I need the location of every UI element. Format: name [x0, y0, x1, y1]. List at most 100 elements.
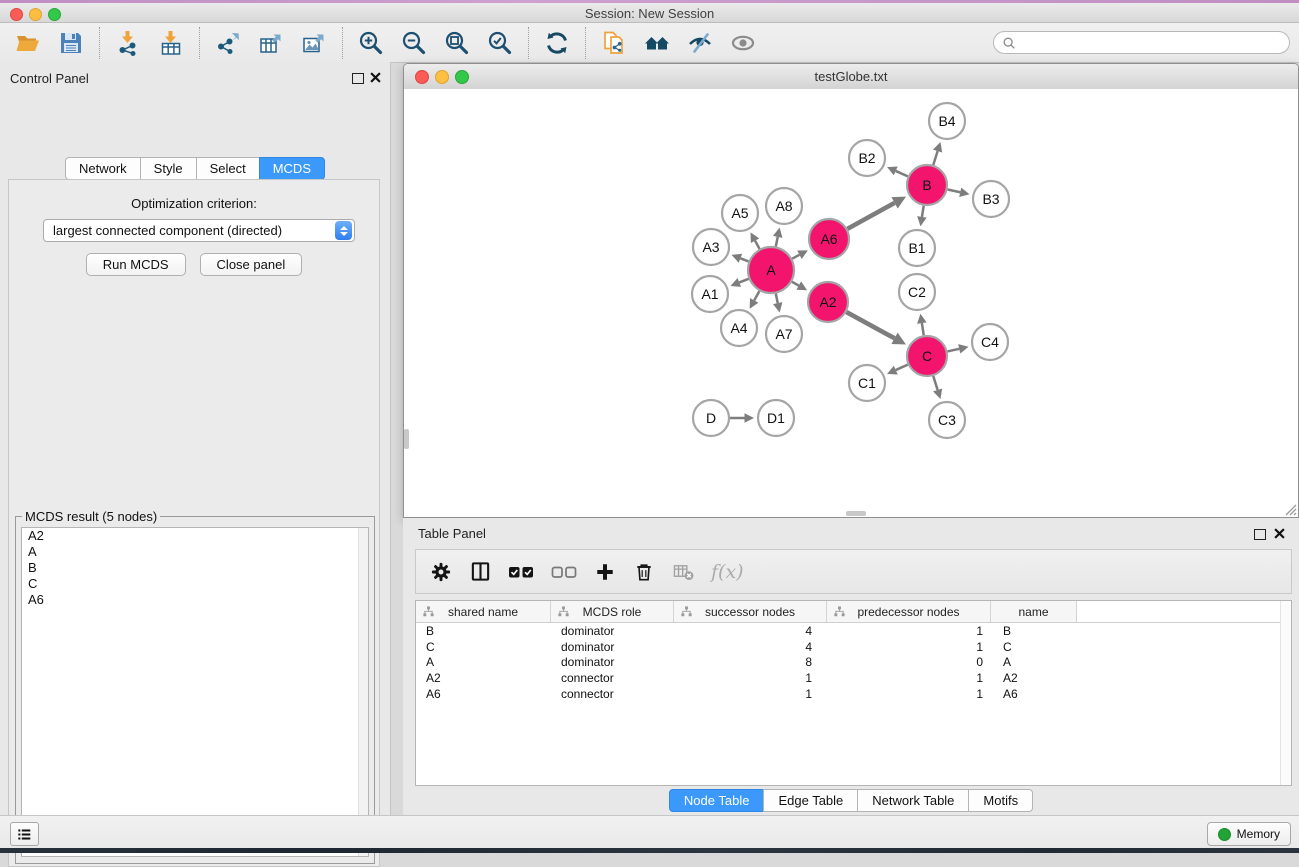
graph-node-C1[interactable]: C1 — [849, 365, 885, 401]
result-list-item[interactable]: A — [22, 544, 368, 560]
result-list-item[interactable]: B — [22, 560, 368, 576]
cell-successor-nodes[interactable]: 4 — [674, 640, 827, 654]
network-graph[interactable]: B4B2BB3A8A5A6A3B1AC2A1A2A4A7C4CC1DD1C3 — [404, 89, 1298, 517]
table-close-panel-icon[interactable] — [1274, 528, 1285, 539]
graph-node-B3[interactable]: B3 — [973, 181, 1009, 217]
cell-predecessor-nodes[interactable]: 1 — [827, 640, 991, 654]
cell-name[interactable]: B — [991, 624, 1077, 638]
graph-node-C2[interactable]: C2 — [899, 274, 935, 310]
save-button[interactable] — [57, 29, 85, 57]
graph-node-D[interactable]: D — [693, 400, 729, 436]
graph-edge-A6-B[interactable] — [847, 203, 894, 229]
cell-name[interactable]: C — [991, 640, 1077, 654]
tab-node-table[interactable]: Node Table — [669, 789, 765, 812]
zoom-fit-button[interactable] — [443, 29, 471, 57]
cell-shared-name[interactable]: B — [416, 624, 551, 638]
graph-node-B4[interactable]: B4 — [929, 103, 965, 139]
graph-node-B1[interactable]: B1 — [899, 230, 935, 266]
cell-successor-nodes[interactable]: 1 — [674, 687, 827, 701]
column-header-shared-name[interactable]: shared name — [416, 601, 551, 622]
graph-edge-C-C2[interactable] — [922, 323, 924, 335]
column-header-name[interactable]: name — [991, 601, 1077, 622]
import-network-button[interactable] — [114, 29, 142, 57]
network-canvas[interactable]: B4B2BB3A8A5A6A3B1AC2A1A2A4A7C4CC1DD1C3 — [404, 89, 1298, 517]
graph-node-A1[interactable]: A1 — [692, 276, 728, 312]
graph-node-A5[interactable]: A5 — [722, 195, 758, 231]
graph-node-B[interactable]: B — [907, 165, 947, 205]
tab-mcds[interactable]: MCDS — [259, 157, 325, 180]
graph-edge-C-C3[interactable] — [933, 376, 937, 390]
zoom-out-button[interactable] — [400, 29, 428, 57]
tab-select[interactable]: Select — [196, 157, 260, 180]
cell-predecessor-nodes[interactable]: 0 — [827, 655, 991, 669]
cell-shared-name[interactable]: A2 — [416, 671, 551, 685]
table-row[interactable]: Adominator80A — [416, 655, 1291, 671]
result-list-item[interactable]: A2 — [22, 528, 368, 544]
deselect-all-button[interactable] — [551, 560, 577, 584]
float-panel-icon[interactable] — [352, 73, 364, 84]
cell-name[interactable]: A2 — [991, 671, 1077, 685]
cell-name[interactable]: A6 — [991, 687, 1077, 701]
network-window-titlebar[interactable]: testGlobe.txt — [404, 64, 1298, 90]
hide-details-button[interactable] — [686, 29, 714, 57]
graph-edge-A-A6[interactable] — [792, 255, 799, 259]
graph-edge-C-C4[interactable] — [947, 349, 959, 352]
criterion-dropdown[interactable]: largest connected component (directed) — [43, 219, 355, 242]
graph-node-A6[interactable]: A6 — [809, 219, 849, 259]
cell-name[interactable]: A — [991, 655, 1077, 669]
cell-mcds-role[interactable]: connector — [551, 687, 674, 701]
run-mcds-button[interactable]: Run MCDS — [86, 253, 186, 276]
show-details-button[interactable] — [729, 29, 757, 57]
graph-edge-A-A2[interactable] — [792, 282, 799, 286]
column-header-predecessor-nodes[interactable]: predecessor nodes — [827, 601, 991, 622]
graph-edge-A-A5[interactable] — [755, 241, 759, 249]
close-panel-button[interactable]: Close panel — [200, 253, 303, 276]
cell-mcds-role[interactable]: connector — [551, 671, 674, 685]
gear-button[interactable] — [430, 560, 452, 584]
graph-node-A3[interactable]: A3 — [693, 229, 729, 265]
add-button[interactable] — [594, 560, 616, 584]
columns-button[interactable] — [469, 560, 491, 584]
graph-node-C3[interactable]: C3 — [929, 402, 965, 438]
graph-edge-B-B1[interactable] — [922, 206, 924, 217]
graph-node-C[interactable]: C — [907, 336, 947, 376]
select-all-button[interactable] — [508, 560, 534, 584]
zoom-in-button[interactable] — [357, 29, 385, 57]
cell-shared-name[interactable]: C — [416, 640, 551, 654]
result-list-item[interactable]: C — [22, 576, 368, 592]
export-table-button[interactable] — [257, 29, 285, 57]
graph-edge-A-A1[interactable] — [739, 279, 748, 283]
graph-node-A4[interactable]: A4 — [721, 310, 757, 346]
cell-shared-name[interactable]: A6 — [416, 687, 551, 701]
export-image-button[interactable] — [300, 29, 328, 57]
graph-node-C4[interactable]: C4 — [972, 324, 1008, 360]
graph-edge-A-A7[interactable] — [776, 294, 778, 304]
import-table-button[interactable] — [157, 29, 185, 57]
table-row[interactable]: A2connector11A2 — [416, 670, 1291, 686]
table-float-panel-icon[interactable] — [1254, 529, 1266, 540]
cell-shared-name[interactable]: A — [416, 655, 551, 669]
table-row[interactable]: Bdominator41B — [416, 623, 1291, 639]
graph-edge-B-B4[interactable] — [933, 151, 937, 165]
close-panel-icon[interactable] — [370, 72, 381, 83]
result-list-scrollbar[interactable] — [358, 528, 368, 856]
delete-button[interactable] — [633, 560, 655, 584]
table-row[interactable]: Cdominator41C — [416, 639, 1291, 655]
search-input[interactable] — [1021, 35, 1281, 51]
cell-predecessor-nodes[interactable]: 1 — [827, 687, 991, 701]
clone-network-button[interactable] — [600, 29, 628, 57]
tab-edge-table[interactable]: Edge Table — [763, 789, 858, 812]
graph-edge-B-B2[interactable] — [896, 171, 908, 176]
memory-button[interactable]: Memory — [1207, 822, 1291, 846]
result-list-item[interactable]: A6 — [22, 592, 368, 608]
task-history-button[interactable] — [10, 822, 39, 846]
graph-edge-A2-C[interactable] — [846, 312, 894, 338]
graph-edge-A-A3[interactable] — [740, 258, 748, 261]
graph-edge-B-B3[interactable] — [948, 189, 961, 192]
tab-network[interactable]: Network — [65, 157, 141, 180]
refresh-button[interactable] — [543, 29, 571, 57]
graph-node-A7[interactable]: A7 — [766, 316, 802, 352]
cell-mcds-role[interactable]: dominator — [551, 655, 674, 669]
cell-mcds-role[interactable]: dominator — [551, 624, 674, 638]
column-header-successor-nodes[interactable]: successor nodes — [674, 601, 827, 622]
